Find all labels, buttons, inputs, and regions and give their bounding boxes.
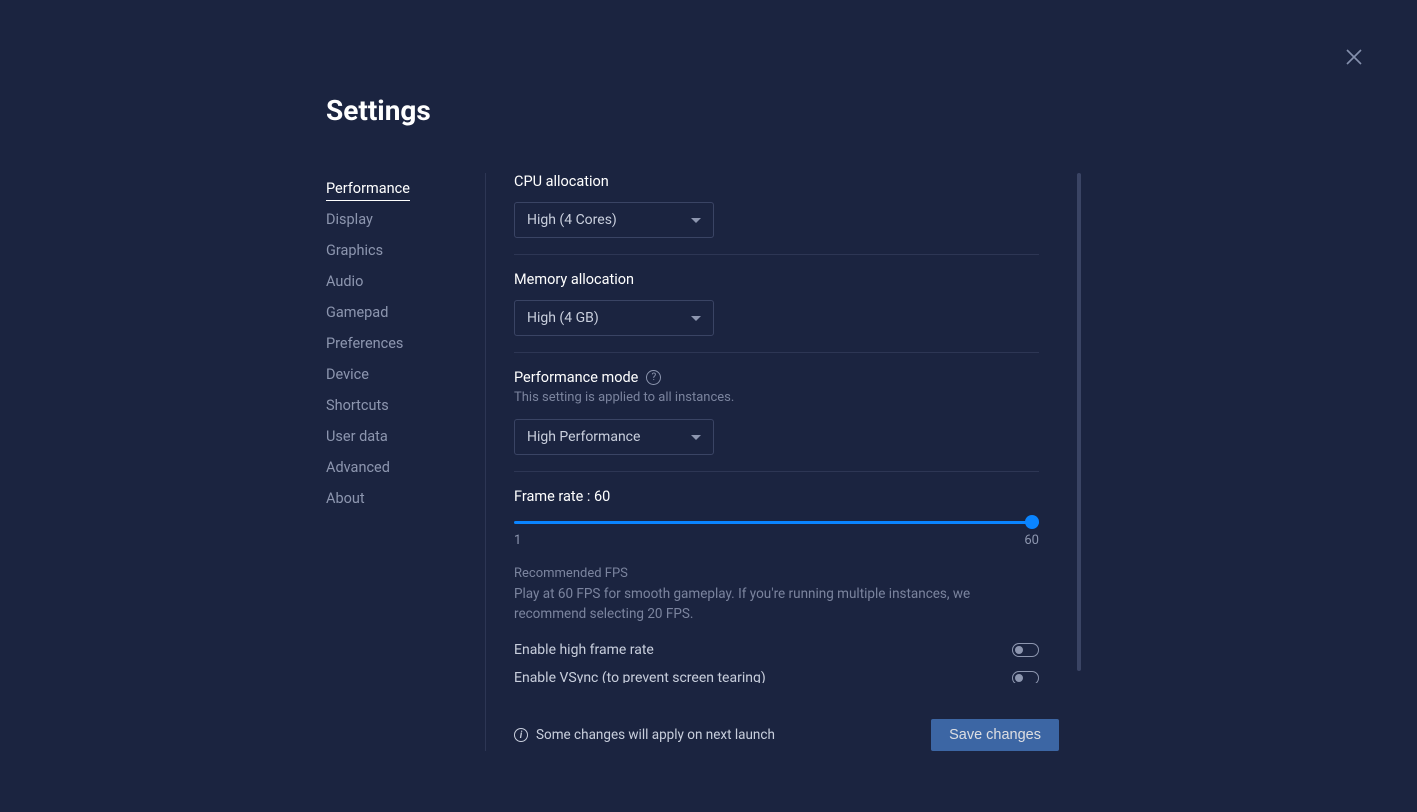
sidebar-item-shortcuts[interactable]: Shortcuts bbox=[326, 390, 475, 421]
sidebar-item-device[interactable]: Device bbox=[326, 359, 475, 390]
close-icon bbox=[1345, 48, 1363, 66]
cpu-allocation-label: CPU allocation bbox=[514, 173, 1039, 190]
sidebar-item-user-data[interactable]: User data bbox=[326, 421, 475, 452]
memory-allocation-label: Memory allocation bbox=[514, 271, 1039, 288]
info-icon: i bbox=[514, 728, 528, 742]
toggle-high-frame-rate[interactable] bbox=[1012, 643, 1039, 657]
performance-mode-select[interactable]: High Performance bbox=[514, 419, 714, 455]
sidebar-item-label: Preferences bbox=[326, 335, 403, 352]
sidebar-item-label: Shortcuts bbox=[326, 397, 389, 414]
chevron-down-icon bbox=[691, 218, 701, 223]
slider-bounds: 1 60 bbox=[514, 533, 1039, 548]
sidebar-item-label: Display bbox=[326, 211, 373, 228]
slider-thumb[interactable] bbox=[1025, 515, 1039, 529]
sidebar-item-advanced[interactable]: Advanced bbox=[326, 452, 475, 483]
frame-rate-slider[interactable] bbox=[514, 515, 1039, 529]
sidebar-item-label: Advanced bbox=[326, 459, 390, 476]
sidebar-item-preferences[interactable]: Preferences bbox=[326, 328, 475, 359]
toggle-label-vsync: Enable VSync (to prevent screen tearing) bbox=[514, 670, 766, 683]
toggle-vsync[interactable] bbox=[1012, 671, 1039, 683]
frame-rate-label: Frame rate : 60 bbox=[514, 488, 1039, 505]
cpu-allocation-select[interactable]: High (4 Cores) bbox=[514, 202, 714, 238]
sidebar-item-graphics[interactable]: Graphics bbox=[326, 235, 475, 266]
help-icon[interactable]: ? bbox=[646, 370, 661, 385]
sidebar-item-label: Graphics bbox=[326, 242, 383, 259]
sidebar-item-label: Gamepad bbox=[326, 304, 388, 321]
sidebar-item-display[interactable]: Display bbox=[326, 204, 475, 235]
performance-mode-label: Performance mode ? bbox=[514, 369, 1039, 386]
sidebar-item-gamepad[interactable]: Gamepad bbox=[326, 297, 475, 328]
sidebar-item-about[interactable]: About bbox=[326, 483, 475, 514]
recommended-fps-text: Play at 60 FPS for smooth gameplay. If y… bbox=[514, 585, 1034, 624]
sidebar-item-label: Performance bbox=[326, 180, 410, 201]
performance-mode-sublabel: This setting is applied to all instances… bbox=[514, 390, 1039, 405]
scrollbar[interactable] bbox=[1077, 173, 1081, 671]
select-value: High (4 Cores) bbox=[527, 212, 617, 228]
page-title: Settings bbox=[326, 94, 1090, 127]
close-button[interactable] bbox=[1345, 48, 1369, 72]
sidebar-item-audio[interactable]: Audio bbox=[326, 266, 475, 297]
memory-allocation-select[interactable]: High (4 GB) bbox=[514, 300, 714, 336]
sidebar-item-label: User data bbox=[326, 428, 388, 445]
content-panel: CPU allocation High (4 Cores) Memory all… bbox=[514, 173, 1059, 751]
sidebar-item-label: About bbox=[326, 490, 365, 507]
chevron-down-icon bbox=[691, 316, 701, 321]
sidebar: Performance Display Graphics Audio Gamep… bbox=[326, 173, 486, 751]
sidebar-item-label: Device bbox=[326, 366, 369, 383]
slider-max: 60 bbox=[1024, 533, 1039, 548]
save-changes-button[interactable]: Save changes bbox=[931, 719, 1059, 751]
chevron-down-icon bbox=[691, 435, 701, 440]
slider-min: 1 bbox=[514, 533, 521, 548]
select-value: High (4 GB) bbox=[527, 310, 599, 326]
footer-note: i Some changes will apply on next launch bbox=[514, 727, 775, 743]
slider-track bbox=[514, 521, 1039, 524]
sidebar-item-performance[interactable]: Performance bbox=[326, 173, 475, 204]
sidebar-item-label: Audio bbox=[326, 273, 363, 290]
recommended-fps-title: Recommended FPS bbox=[514, 566, 1039, 581]
select-value: High Performance bbox=[527, 429, 640, 445]
toggle-label-high-frame-rate: Enable high frame rate bbox=[514, 642, 654, 658]
